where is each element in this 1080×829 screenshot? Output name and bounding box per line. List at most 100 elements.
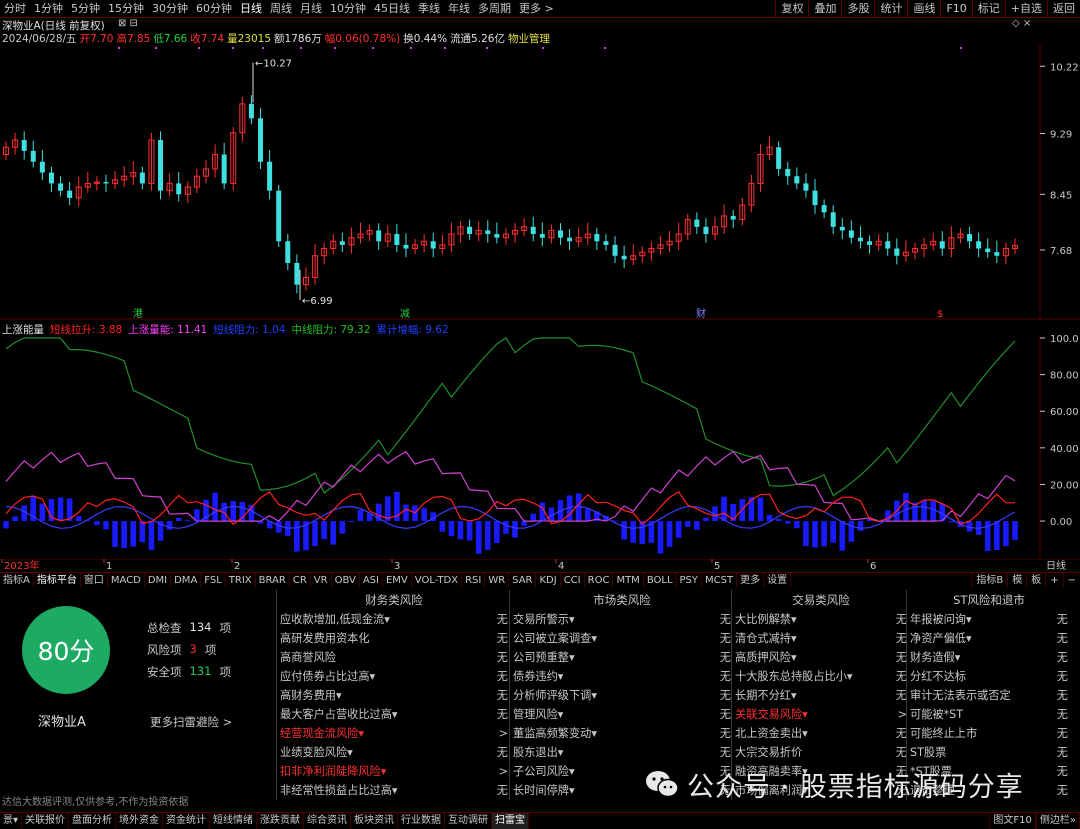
indicator-right-tab-2[interactable]: 板 <box>1026 573 1045 588</box>
risk-item[interactable]: 业绩变脸风险▾ 无 <box>280 743 508 762</box>
risk-item[interactable]: ST股票 无 <box>910 743 1068 762</box>
bottom-tab-11[interactable]: 扫雷宝 <box>492 813 530 829</box>
period-tab-7[interactable]: 周线 <box>266 0 296 17</box>
indicator-tab-dma-5[interactable]: DMA <box>171 573 202 588</box>
more-scan-link[interactable]: 更多扫雷避险 > <box>150 714 232 730</box>
indicator-tab-dmi-4[interactable]: DMI <box>145 573 172 588</box>
indicator-tab-vr-10[interactable]: VR <box>311 573 332 588</box>
risk-item[interactable]: 审计无法表示或否定 无 <box>910 686 1068 705</box>
indicator-tab-asi-12[interactable]: ASI <box>360 573 383 588</box>
indicator-tab-kdj-18[interactable]: KDJ <box>536 573 561 588</box>
period-tab-4[interactable]: 30分钟 <box>148 0 192 17</box>
indicator-tab-boll-22[interactable]: BOLL <box>644 573 677 588</box>
toolbar-button-7[interactable]: +自选 <box>1004 0 1047 17</box>
indicator-tab-item-25[interactable]: 更多 <box>737 573 765 588</box>
risk-item[interactable]: 大宗交易折价无 <box>735 743 907 762</box>
indicator-tab-trix-7[interactable]: TRIX <box>226 573 256 588</box>
risk-item[interactable]: 扣非净利润陡降风险▾ > <box>280 762 508 781</box>
risk-item[interactable]: 净资产偏低▾ 无 <box>910 629 1068 648</box>
risk-item[interactable]: 分红不达标 无 <box>910 667 1068 686</box>
risk-item[interactable]: 高财务费用▾ 无 <box>280 686 508 705</box>
period-tab-10[interactable]: 45日线 <box>370 0 414 17</box>
chart-ctrl-icon[interactable]: ◇ × <box>1012 18 1031 29</box>
period-tab-8[interactable]: 月线 <box>296 0 326 17</box>
risk-item[interactable]: 最大客户占营收比过高▾ 无 <box>280 705 508 724</box>
indicator-tab-cr-9[interactable]: CR <box>290 573 311 588</box>
toolbar-button-3[interactable]: 统计 <box>874 0 907 17</box>
toolbar-button-8[interactable]: 返回 <box>1047 0 1080 17</box>
period-tab-9[interactable]: 10分钟 <box>326 0 370 17</box>
indicator-tab-roc-20[interactable]: ROC <box>585 573 614 588</box>
risk-item[interactable]: 高商誉风险 无 <box>280 648 508 667</box>
risk-item[interactable]: 清仓式减持▾ 无 <box>735 629 907 648</box>
indicator-tab-cci-19[interactable]: CCI <box>561 573 585 588</box>
risk-item[interactable]: 北上资金卖出▾ 无 <box>735 724 907 743</box>
indicator-tab-emv-13[interactable]: EMV <box>383 573 412 588</box>
kline-chart[interactable]: 10.22 9.29 8.45 7.68 ←10.27 ←6.99 港 减 财 $ <box>0 44 1080 320</box>
indicator-right-tab-3[interactable]: + <box>1045 573 1062 588</box>
indicator-tab-brar-8[interactable]: BRAR <box>256 573 290 588</box>
risk-item[interactable]: 交易所警示▾ 无 <box>513 610 731 629</box>
indicator-tab-item-1[interactable]: 指标平台 <box>34 573 81 588</box>
indicator-tab-psy-23[interactable]: PSY <box>677 573 703 588</box>
indicator-tab-item-2[interactable]: 窗口 <box>81 573 108 588</box>
bottom-tab-4[interactable]: 资金统计 <box>163 813 211 829</box>
bottom-tab-9[interactable]: 行业数据 <box>398 813 446 829</box>
bottom-tab-2[interactable]: 盘面分析 <box>69 813 117 829</box>
indicator-tab-fsl-6[interactable]: FSL <box>201 573 226 588</box>
bottom-tab-8[interactable]: 板块资讯 <box>351 813 399 829</box>
risk-item[interactable]: 管理风险▾ 无 <box>513 705 731 724</box>
period-tab-5[interactable]: 60分钟 <box>192 0 236 17</box>
risk-item[interactable]: 股东退出▾ 无 <box>513 743 731 762</box>
indicator-tab-obv-11[interactable]: OBV <box>332 573 360 588</box>
risk-item[interactable]: 财务造假▾ 无 <box>910 648 1068 667</box>
indicator-tab-macd-3[interactable]: MACD <box>108 573 145 588</box>
risk-item[interactable]: 高研发费用资本化 无 <box>280 629 508 648</box>
bottom-tab-5[interactable]: 短线情绪 <box>210 813 258 829</box>
bottom-tab-7[interactable]: 综合资讯 <box>304 813 352 829</box>
bottom-tab-3[interactable]: 境外资金 <box>116 813 164 829</box>
risk-item[interactable]: 公司预重整▾ 无 <box>513 648 731 667</box>
bottom-right-tab-1[interactable]: 侧边栏» <box>1035 813 1080 829</box>
indicator-tab-rsi-15[interactable]: RSI <box>462 573 486 588</box>
indicator-chart[interactable]: 100.0 80.00 60.00 40.00 20.00 0.00 <box>0 334 1080 560</box>
risk-item[interactable]: 可能终止上市 无 <box>910 724 1068 743</box>
toolbar-button-1[interactable]: 叠加 <box>808 0 841 17</box>
risk-item[interactable]: 债券违约▾ 无 <box>513 667 731 686</box>
indicator-tab-vol-tdx-14[interactable]: VOL-TDX <box>412 573 463 588</box>
indicator-tab-wr-16[interactable]: WR <box>485 573 510 588</box>
risk-item[interactable]: 可能被*ST 无 <box>910 705 1068 724</box>
risk-item[interactable]: 高质押风险▾ 无 <box>735 648 907 667</box>
indicator-right-tab-1[interactable]: 模 <box>1007 573 1026 588</box>
risk-item[interactable]: 关联交易风险▾ > <box>735 705 907 724</box>
toolbar-button-6[interactable]: 标记 <box>971 0 1005 17</box>
risk-item[interactable]: 分析师评级下调▾ 无 <box>513 686 731 705</box>
period-tab-1[interactable]: 1分钟 <box>30 0 67 17</box>
period-tab-0[interactable]: 分时 <box>0 0 30 17</box>
risk-item[interactable]: 十大股东总持股占比小▾ 无 <box>735 667 907 686</box>
toolbar-button-0[interactable]: 复权 <box>775 0 808 17</box>
period-tab-3[interactable]: 15分钟 <box>104 0 148 17</box>
risk-item[interactable]: 经营现金流风险▾ > <box>280 724 508 743</box>
bottom-tab-10[interactable]: 互动调研 <box>445 813 493 829</box>
risk-item[interactable]: 非经常性损益占比过高▾ 无 <box>280 781 508 800</box>
bottom-right-tab-0[interactable]: 图文F10 <box>989 813 1036 829</box>
indicator-right-tab-0[interactable]: 指标B <box>971 573 1007 588</box>
risk-item[interactable]: 应收款增加,低现金流▾ 无 <box>280 610 508 629</box>
toolbar-button-5[interactable]: F10 <box>940 0 971 17</box>
indicator-tab-sar-17[interactable]: SAR <box>509 573 537 588</box>
toolbar-button-2[interactable]: 多股 <box>841 0 874 17</box>
toolbar-button-4[interactable]: 画线 <box>907 0 940 17</box>
bottom-tab-0[interactable]: 景▾ <box>0 813 23 829</box>
risk-item[interactable]: 大比例解禁▾ 无 <box>735 610 907 629</box>
period-tab-2[interactable]: 5分钟 <box>67 0 104 17</box>
indicator-tab-a-0[interactable]: 指标A <box>0 573 34 588</box>
risk-item[interactable]: 董监高频繁变动▾ 无 <box>513 724 731 743</box>
risk-item[interactable]: 年报被问询▾ 无 <box>910 610 1068 629</box>
risk-item[interactable]: 公司被立案调查▾ 无 <box>513 629 731 648</box>
indicator-tab-item-26[interactable]: 设置 <box>764 573 792 588</box>
indicator-tab-mcst-24[interactable]: MCST <box>702 573 738 588</box>
period-tab-12[interactable]: 年线 <box>444 0 474 17</box>
bottom-tab-1[interactable]: 关联报价 <box>22 813 70 829</box>
period-tab-14[interactable]: 更多 > <box>515 0 558 17</box>
